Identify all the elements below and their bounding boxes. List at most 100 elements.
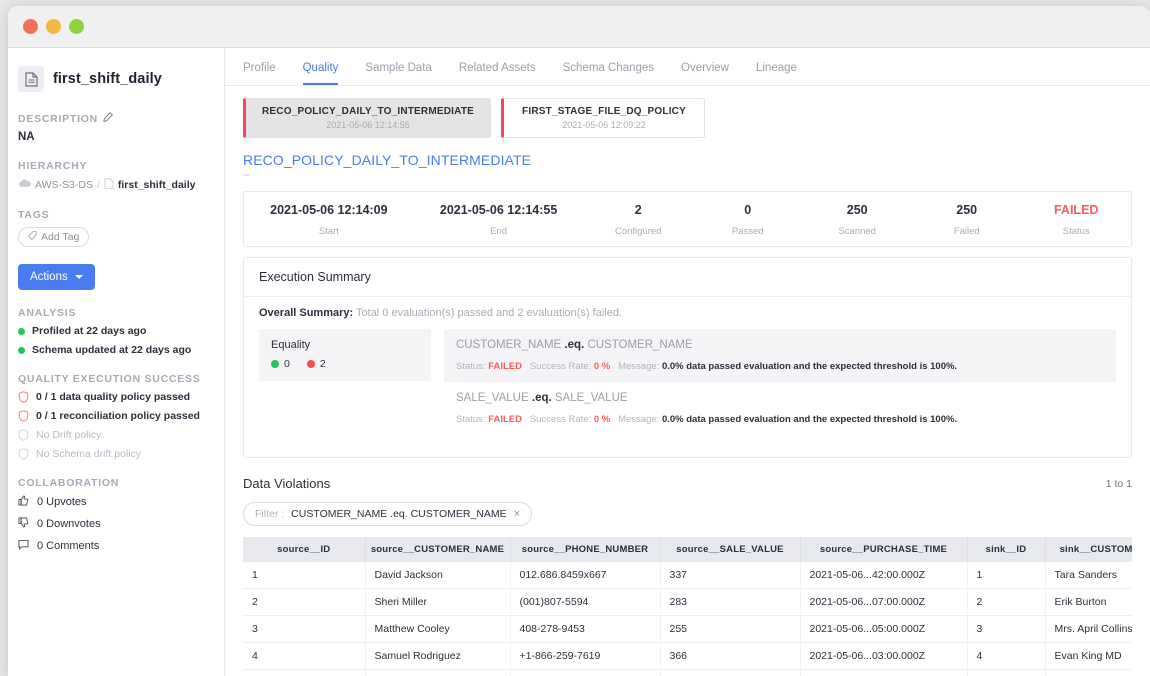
cell-source-id: 5 [243,670,365,676]
quality-item-label: 0 / 1 data quality policy passed [36,391,190,403]
table-row[interactable]: 3 Matthew Cooley 408-278-9453 255 2021-0… [243,616,1132,643]
evaluation-operator: .eq. [564,339,584,351]
passed-count: 0 [284,358,290,370]
cell-source-sale-value: 366 [660,643,800,670]
summary-configured: 2 Configured [583,203,693,237]
column-header-source-customer-name[interactable]: source__CUSTOMER_NAME [365,537,510,562]
cell-source-purchase-time: 2021-05-06...44:00.000Z [800,670,967,676]
summary-value: 2 [583,203,693,217]
cell-source-customer-name: Lori Grant [365,670,510,676]
summary-label: End [414,226,584,237]
summary-value: 250 [912,203,1022,217]
summary-label: Scanned [802,226,912,237]
cell-source-customer-name: Samuel Rodriguez [365,643,510,670]
data-violations-table-wrap: source__ID source__CUSTOMER_NAME source_… [243,537,1132,676]
tab-sample-data[interactable]: Sample Data [365,62,431,85]
add-tag-button[interactable]: Add Tag [18,227,89,247]
policy-card-first-stage[interactable]: FIRST_STAGE_FILE_DQ_POLICY 2021-05-06 12… [501,98,705,138]
evaluation-operator: .eq. [532,392,552,404]
evaluation-meta: Status: FAILED Success Rate: 0 % Message… [456,361,1104,372]
cell-source-purchase-time: 2021-05-06...07:00.000Z [800,589,967,616]
actions-button[interactable]: Actions [18,264,95,290]
summary-value: 2021-05-06 12:14:09 [244,203,414,217]
status-value: FAILED [488,361,522,372]
filter-chip[interactable]: Filter : CUSTOMER_NAME .eq. CUSTOMER_NAM… [243,502,532,526]
shield-icon [18,429,29,441]
collaboration-label: COLLABORATION [18,477,212,489]
cell-source-id: 1 [243,562,365,589]
zoom-window-button[interactable] [69,19,84,34]
cell-sink-customer-name: Tara Sanders [1045,562,1132,589]
equality-group-counts: 0 2 [271,358,419,370]
summary-passed: 0 Passed [693,203,803,237]
cell-source-customer-name: David Jackson [365,562,510,589]
breadcrumb: AWS-S3-DS / first_shift_daily [18,178,212,192]
evaluation-row[interactable]: SALE_VALUE .eq. SALE_VALUE Status: FAILE… [444,382,1116,435]
cell-source-purchase-time: 2021-05-06...42:00.000Z [800,562,967,589]
downvotes-row[interactable]: 0 Downvotes [18,517,212,531]
downvotes-label: 0 Downvotes [37,518,101,530]
evaluation-row[interactable]: CUSTOMER_NAME .eq. CUSTOMER_NAME Status:… [444,329,1116,382]
summary-start: 2021-05-06 12:14:09 Start [244,203,414,237]
hierarchy-section: HIERARCHY AWS-S3-DS / first_shift_daily [18,160,212,192]
cell-source-customer-name: Matthew Cooley [365,616,510,643]
cell-source-sale-value: 281 [660,670,800,676]
table-row[interactable]: 5 Lori Grant 124-324-5323x034 281 2021-0… [243,670,1132,676]
execution-summary-panel: Execution Summary Overall Summary: Total… [243,257,1132,458]
thumbs-down-icon [18,517,29,531]
column-header-source-purchase-time[interactable]: source__PURCHASE_TIME [800,537,967,562]
pagination-count: 1 to 1 [1106,478,1132,490]
success-rate-label: Success Rate: [530,414,591,425]
column-header-source-id[interactable]: source__ID [243,537,365,562]
status-badge: FAILED [1021,203,1131,217]
overall-summary: Overall Summary: Total 0 evaluation(s) p… [244,297,1131,329]
policy-detail-title[interactable]: RECO_POLICY_DAILY_TO_INTERMEDIATE [225,138,1150,168]
description-label: DESCRIPTION [18,112,212,125]
column-header-sink-customer-name[interactable]: sink__CUSTOMER_NAME [1045,537,1132,562]
tab-schema-changes[interactable]: Schema Changes [563,62,654,85]
table-row[interactable]: 4 Samuel Rodriguez +1-866-259-7619 366 2… [243,643,1132,670]
overall-summary-text: Total 0 evaluation(s) passed and 2 evalu… [356,307,622,319]
table-body: 1 David Jackson 012.686.8459x667 337 202… [243,562,1132,676]
status-value: FAILED [488,414,522,425]
cell-sink-id: 3 [967,616,1045,643]
policy-detail-subtitle: -- [225,168,1150,181]
window-titlebar [8,6,1150,48]
message-value: 0.0% data passed evaluation and the expe… [662,414,957,425]
tab-overview[interactable]: Overview [681,62,729,85]
column-header-source-sale-value[interactable]: source__SALE_VALUE [660,537,800,562]
cell-source-phone-number: +1-866-259-7619 [510,643,660,670]
cell-source-phone-number: 012.686.8459x667 [510,562,660,589]
table-row[interactable]: 1 David Jackson 012.686.8459x667 337 202… [243,562,1132,589]
add-tag-label: Add Tag [41,231,79,243]
minimize-window-button[interactable] [46,19,61,34]
cell-source-phone-number: (001)807-5594 [510,589,660,616]
evaluation-right: SALE_VALUE [555,392,628,404]
upvotes-row[interactable]: 0 Upvotes [18,495,212,509]
tab-lineage[interactable]: Lineage [756,62,797,85]
description-value: NA [18,131,212,143]
breadcrumb-root[interactable]: AWS-S3-DS [35,179,93,191]
summary-scanned: 250 Scanned [802,203,912,237]
comments-row[interactable]: 0 Comments [18,539,212,553]
policy-card-date: 2021-05-06 12:14:55 [262,120,474,130]
summary-label: Failed [912,226,1022,237]
cell-sink-id: 2 [967,589,1045,616]
pencil-icon[interactable] [103,112,113,125]
quality-item-label: No Schema drift policy [36,448,141,460]
quality-execution-label: QUALITY EXECUTION SUCCESS [18,373,212,385]
upvotes-label: 0 Upvotes [37,496,87,508]
tab-quality[interactable]: Quality [303,62,339,85]
close-window-button[interactable] [23,19,38,34]
table-row[interactable]: 2 Sheri Miller (001)807-5594 283 2021-05… [243,589,1132,616]
close-icon[interactable]: × [514,508,520,520]
column-header-source-phone-number[interactable]: source__PHONE_NUMBER [510,537,660,562]
evaluation-left: CUSTOMER_NAME [456,339,561,351]
tab-related-assets[interactable]: Related Assets [459,62,536,85]
status-label: Status: [456,361,486,372]
tab-profile[interactable]: Profile [243,62,276,85]
policy-card-reco[interactable]: RECO_POLICY_DAILY_TO_INTERMEDIATE 2021-0… [243,98,491,138]
column-header-sink-id[interactable]: sink__ID [967,537,1045,562]
collaboration-section: COLLABORATION 0 Upvotes 0 Downvotes [18,477,212,553]
app-window: first_shift_daily DESCRIPTION NA HIERARC… [8,6,1150,676]
